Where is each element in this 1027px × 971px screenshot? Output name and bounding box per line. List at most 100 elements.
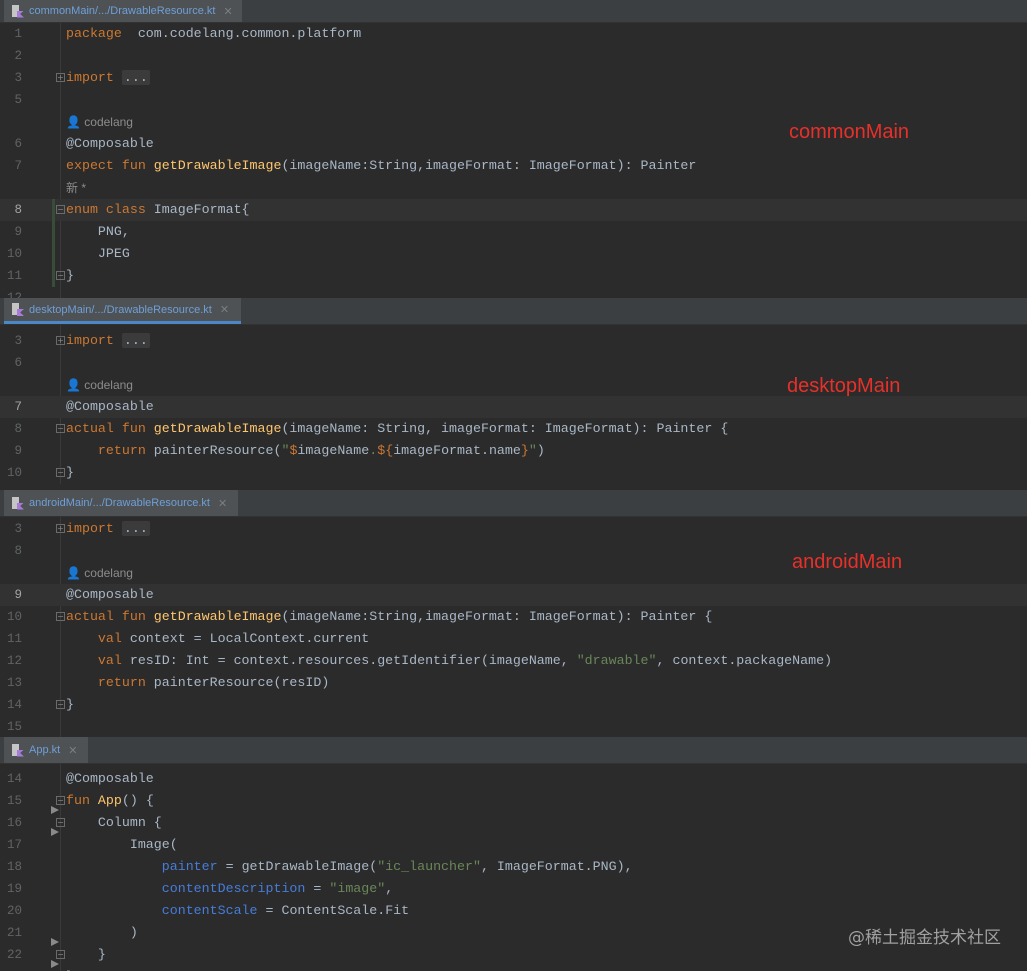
author-hint: 👤 codelang <box>66 115 133 129</box>
code-token: } <box>66 268 74 283</box>
code-token: "image" <box>329 881 386 896</box>
editor-tab[interactable]: desktopMain/.../DrawableResource.kt ✕ <box>4 298 241 324</box>
line-number: 7 <box>14 159 22 173</box>
code-text: return painterResource("$imageName.${ima… <box>66 440 545 462</box>
code-line[interactable]: 12 val resID: Int = context.resources.ge… <box>0 650 1027 672</box>
editor-tab[interactable]: App.kt ✕ <box>4 737 88 763</box>
code-line[interactable]: 9 return painterResource("$imageName.${i… <box>0 440 1027 462</box>
close-icon[interactable]: ✕ <box>218 497 227 510</box>
code-text: actual fun getDrawableImage(imageName: S… <box>66 418 728 440</box>
code-line[interactable]: 1 package com.codelang.common.platform <box>0 23 1027 45</box>
code-text: JPEG <box>66 243 130 265</box>
code-line[interactable]: 18 painter = getDrawableImage("ic_launch… <box>0 856 1027 878</box>
code-line[interactable]: 13 return painterResource(resID) <box>0 672 1027 694</box>
tab-bar: androidMain/.../DrawableResource.kt ✕ <box>0 490 1027 517</box>
fold-collapse-icon[interactable]: − <box>56 468 65 477</box>
close-icon[interactable]: ✕ <box>220 303 229 316</box>
code-line[interactable]: 新 * <box>0 177 1027 199</box>
vcs-change-marker <box>52 221 55 243</box>
code-line[interactable]: 23} <box>0 966 1027 971</box>
code-text: } <box>66 694 74 716</box>
folded-imports[interactable]: ... <box>121 521 150 536</box>
line-number: 10 <box>6 466 22 480</box>
fold-collapse-icon[interactable]: − <box>56 818 65 827</box>
code-line[interactable]: 15 <box>0 716 1027 737</box>
code-line[interactable]: 15 − fun App() { <box>0 790 1027 814</box>
tab-bar: App.kt ✕ <box>0 737 1027 764</box>
code-line[interactable]: 10 JPEG <box>0 243 1027 265</box>
code-line[interactable]: 3 + import ... <box>0 518 1027 540</box>
code-line[interactable]: 7 expect fun getDrawableImage(imageName:S… <box>0 155 1027 177</box>
code-line[interactable]: 9 @Composable <box>0 584 1027 606</box>
code-line[interactable]: 9 PNG, <box>0 221 1027 243</box>
fold-collapse-icon[interactable]: − <box>56 796 65 805</box>
code-text: } <box>66 265 74 287</box>
code-area[interactable]: 1 package com.codelang.common.platform 2 3 +… <box>0 23 1027 298</box>
close-icon[interactable]: ✕ <box>223 5 232 18</box>
editor-tab[interactable]: commonMain/.../DrawableResource.kt ✕ <box>4 0 242 22</box>
code-line[interactable]: 5 <box>0 89 1027 111</box>
fold-collapse-icon[interactable]: − <box>56 612 65 621</box>
line-number: 1 <box>14 27 22 41</box>
code-token: val <box>97 631 130 646</box>
code-text: actual fun getDrawableImage(imageName:St… <box>66 606 712 628</box>
code-line[interactable]: 16 − Column { <box>0 812 1027 836</box>
code-token: imageFormat.name <box>393 443 521 458</box>
fold-expand-icon[interactable]: + <box>56 73 65 82</box>
code-token: App <box>97 793 122 808</box>
code-token: getDrawableImage <box>153 609 282 624</box>
code-text: val context = LocalContext.current <box>66 628 369 650</box>
code-line[interactable]: 10 − actual fun getDrawableImage(imageName… <box>0 606 1027 628</box>
fold-collapse-icon[interactable]: − <box>56 271 65 280</box>
tab-bar: commonMain/.../DrawableResource.kt ✕ <box>0 0 1027 23</box>
code-line[interactable]: 8 − enum class ImageFormat{ <box>0 199 1027 221</box>
code-area[interactable]: 3 + import ... 8 👤 codelang 9 @Composable 10− ac… <box>0 517 1027 737</box>
code-line[interactable]: 12 <box>0 287 1027 298</box>
code-line[interactable]: 7 @Composable <box>0 396 1027 418</box>
line-number: 17 <box>6 838 22 852</box>
code-line[interactable]: 3 + import ... <box>0 67 1027 89</box>
line-number: 18 <box>6 860 22 874</box>
fold-collapse-icon[interactable]: − <box>56 950 65 959</box>
code-line[interactable]: 19 contentDescription = "image", <box>0 878 1027 900</box>
code-text: @Composable <box>66 396 154 418</box>
tab-bar: desktopMain/.../DrawableResource.kt ✕ <box>0 298 1027 325</box>
code-token: actual fun <box>66 421 154 436</box>
line-number: 16 <box>6 816 22 830</box>
code-token: import <box>66 521 114 536</box>
code-line[interactable]: 17 Image( <box>0 834 1027 856</box>
fold-collapse-icon[interactable]: − <box>56 205 65 214</box>
code-area[interactable]: 3 + import ... 6 👤 codelang 7 @Composable 8− act… <box>0 325 1027 484</box>
code-line[interactable]: 3 + import ... <box>0 330 1027 352</box>
code-line[interactable]: 10 −} <box>0 462 1027 484</box>
source-set-label: commonMain <box>789 121 910 143</box>
code-line[interactable]: 2 <box>0 45 1027 67</box>
code-line[interactable]: 6 <box>0 352 1027 374</box>
code-line[interactable]: 20 contentScale = ContentScale.Fit <box>0 900 1027 922</box>
code-line[interactable]: 14 @Composable <box>0 768 1027 790</box>
editor-tab[interactable]: androidMain/.../DrawableResource.kt ✕ <box>4 490 238 516</box>
code-line[interactable]: 8 − actual fun getDrawableImage(imageName:… <box>0 418 1027 440</box>
fold-expand-icon[interactable]: + <box>56 336 65 345</box>
folded-imports[interactable]: ... <box>121 70 150 85</box>
source-set-label: desktopMain <box>787 375 901 397</box>
fold-collapse-icon[interactable]: − <box>56 700 65 709</box>
close-icon[interactable]: ✕ <box>68 744 77 757</box>
fold-expand-icon[interactable]: + <box>56 524 65 533</box>
code-line[interactable]: 11 val context = LocalContext.current <box>0 628 1027 650</box>
line-number: 15 <box>6 794 22 808</box>
fold-collapse-icon[interactable]: − <box>56 424 65 433</box>
code-token: package <box>66 26 122 41</box>
code-line[interactable]: 11 −} <box>0 265 1027 287</box>
code-line[interactable]: 14 −} <box>0 694 1027 716</box>
code-token: (imageName:String,imageFormat: ImageForm… <box>281 609 713 624</box>
folded-imports[interactable]: ... <box>121 333 150 348</box>
code-token: Column { <box>66 815 162 830</box>
